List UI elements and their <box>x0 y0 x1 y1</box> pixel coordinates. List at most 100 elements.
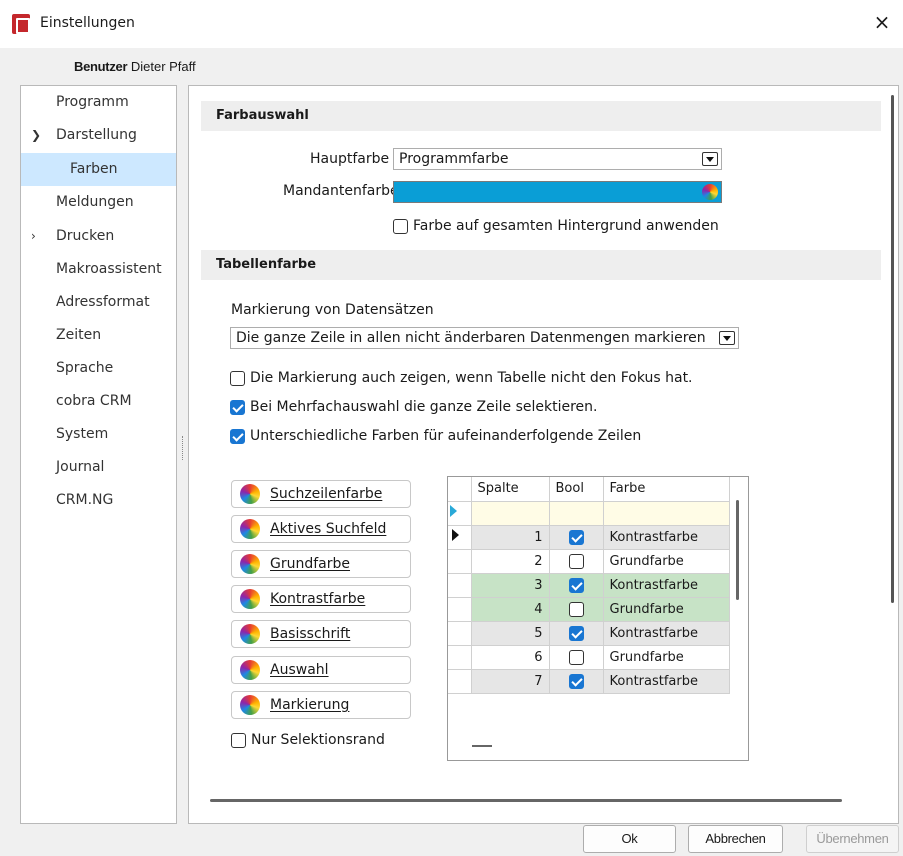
color-wheel-icon[interactable] <box>702 184 718 200</box>
chevron-right-icon[interactable]: › <box>31 220 36 253</box>
cell-farbe[interactable]: Kontrastfarbe <box>603 525 730 550</box>
search-cell[interactable] <box>471 501 550 526</box>
vertical-scrollbar[interactable] <box>891 95 894 603</box>
cell-farbe[interactable]: Grundfarbe <box>603 645 730 670</box>
table-row[interactable]: 7 Kontrastfarbe <box>448 669 730 694</box>
mandantenfarbe-picker[interactable] <box>393 181 722 203</box>
row-indicator <box>448 621 472 646</box>
color-wheel-icon <box>240 484 260 504</box>
cell-farbe[interactable]: Kontrastfarbe <box>603 621 730 646</box>
close-icon[interactable]: × <box>870 10 894 34</box>
farben-checkbox[interactable] <box>230 428 245 444</box>
preview-grid[interactable]: Spalte Bool Farbe 1 Kontrastfarbe 2 Grundfa… <box>447 476 749 761</box>
chevron-down-icon[interactable] <box>719 331 735 345</box>
nur-selektionsrand-checkbox[interactable] <box>231 732 246 748</box>
bool-checkbox[interactable] <box>568 625 584 641</box>
cell-spalte[interactable]: 6 <box>471 645 550 670</box>
nav-item-programm[interactable]: Programm <box>21 86 176 119</box>
fokus-option[interactable]: Die Markierung auch zeigen, wenn Tabelle… <box>230 370 693 386</box>
row-indicator <box>448 645 472 670</box>
bool-checkbox[interactable] <box>568 649 584 665</box>
cell-spalte[interactable]: 4 <box>471 597 550 622</box>
hintergrund-option[interactable]: Farbe auf gesamten Hintergrund anwenden <box>393 218 719 234</box>
cell-bool[interactable] <box>549 621 604 646</box>
nav-item-darstellung[interactable]: ❯ Darstellung <box>21 119 176 152</box>
fokus-checkbox[interactable] <box>230 370 245 386</box>
cell-farbe[interactable]: Grundfarbe <box>603 549 730 574</box>
nav-item-makroassistent[interactable]: Makroassistent <box>21 253 176 286</box>
table-row[interactable]: 3 Kontrastfarbe <box>448 573 730 598</box>
cell-farbe[interactable]: Kontrastfarbe <box>603 573 730 598</box>
cell-bool[interactable] <box>549 549 604 574</box>
cell-spalte[interactable]: 1 <box>471 525 550 550</box>
row-indicator <box>448 525 472 550</box>
user-name: Dieter Pfaff <box>130 59 196 74</box>
cell-farbe[interactable]: Grundfarbe <box>603 597 730 622</box>
hintergrund-checkbox[interactable] <box>393 218 408 234</box>
mehrfach-checkbox[interactable] <box>230 399 245 415</box>
bool-checkbox[interactable] <box>568 529 584 545</box>
bool-checkbox[interactable] <box>568 673 584 689</box>
color-wheel-icon <box>240 519 260 539</box>
cell-bool[interactable] <box>549 669 604 694</box>
cell-spalte[interactable]: 2 <box>471 549 550 574</box>
cell-spalte[interactable]: 5 <box>471 621 550 646</box>
cell-bool[interactable] <box>549 573 604 598</box>
nav-item-zeiten[interactable]: Zeiten <box>21 319 176 352</box>
table-row[interactable]: 6 Grundfarbe <box>448 645 730 670</box>
markierung-label: Markierung von Datensätzen <box>231 302 434 318</box>
cell-spalte[interactable]: 7 <box>471 669 550 694</box>
bool-checkbox[interactable] <box>568 601 584 617</box>
table-row[interactable]: 5 Kontrastfarbe <box>448 621 730 646</box>
table-row[interactable]: 4 Grundfarbe <box>448 597 730 622</box>
cell-spalte[interactable]: 3 <box>471 573 550 598</box>
grundfarbe-button[interactable]: Grundfarbe <box>231 550 411 578</box>
search-row[interactable] <box>448 501 730 526</box>
horizontal-scrollbar[interactable] <box>210 799 842 802</box>
cancel-button[interactable]: Abbrechen <box>688 825 783 853</box>
search-row-indicator <box>448 501 472 526</box>
nav-item-farben[interactable]: Farben <box>21 153 176 186</box>
section-header-tabellenfarbe: Tabellenfarbe <box>201 250 881 280</box>
app-icon <box>12 14 30 34</box>
column-header-bool[interactable]: Bool <box>549 477 604 502</box>
nav-item-crm-ng[interactable]: CRM.NG <box>21 484 176 517</box>
column-header-farbe[interactable]: Farbe <box>603 477 730 502</box>
basisschrift-button[interactable]: Basisschrift <box>231 620 411 648</box>
table-row[interactable]: 1 Kontrastfarbe <box>448 525 730 550</box>
chevron-down-icon[interactable]: ❯ <box>31 119 41 152</box>
nav-item-adressformat[interactable]: Adressformat <box>21 286 176 319</box>
nav-item-sprache[interactable]: Sprache <box>21 352 176 385</box>
column-header-spalte[interactable]: Spalte <box>471 477 550 502</box>
nur-selektionsrand-option[interactable]: Nur Selektionsrand <box>231 732 385 748</box>
markierung-select[interactable]: Die ganze Zeile in allen nicht änderbare… <box>230 327 739 349</box>
kontrastfarbe-button[interactable]: Kontrastfarbe <box>231 585 411 613</box>
bool-checkbox[interactable] <box>568 577 584 593</box>
hauptfarbe-select[interactable]: Programmfarbe <box>393 148 722 170</box>
cell-bool[interactable] <box>549 597 604 622</box>
farben-option[interactable]: Unterschiedliche Farben für aufeinanderf… <box>230 428 641 444</box>
nav-item-drucken[interactable]: › Drucken <box>21 220 176 253</box>
grid-horizontal-scrollbar[interactable] <box>472 745 492 747</box>
search-cell[interactable] <box>549 501 604 526</box>
nav-item-cobra-crm[interactable]: cobra CRM <box>21 385 176 418</box>
table-row[interactable]: 2 Grundfarbe <box>448 549 730 574</box>
ok-button[interactable]: Ok <box>583 825 676 853</box>
apply-button[interactable]: Übernehmen <box>806 825 899 853</box>
chevron-down-icon[interactable] <box>702 152 718 166</box>
grid-vertical-scrollbar[interactable] <box>736 500 739 600</box>
markierung-button[interactable]: Markierung <box>231 691 411 719</box>
cell-bool[interactable] <box>549 525 604 550</box>
suchzeilenfarbe-button[interactable]: Suchzeilenfarbe <box>231 480 411 508</box>
aktives-suchfeld-button[interactable]: Aktives Suchfeld <box>231 515 411 543</box>
splitter-handle[interactable] <box>182 436 184 460</box>
cell-farbe[interactable]: Kontrastfarbe <box>603 669 730 694</box>
nav-item-meldungen[interactable]: Meldungen <box>21 186 176 219</box>
nav-item-system[interactable]: System <box>21 418 176 451</box>
search-cell[interactable] <box>603 501 730 526</box>
auswahl-button[interactable]: Auswahl <box>231 656 411 684</box>
nav-item-journal[interactable]: Journal <box>21 451 176 484</box>
cell-bool[interactable] <box>549 645 604 670</box>
bool-checkbox[interactable] <box>568 553 584 569</box>
mehrfach-option[interactable]: Bei Mehrfachauswahl die ganze Zeile sele… <box>230 399 597 415</box>
